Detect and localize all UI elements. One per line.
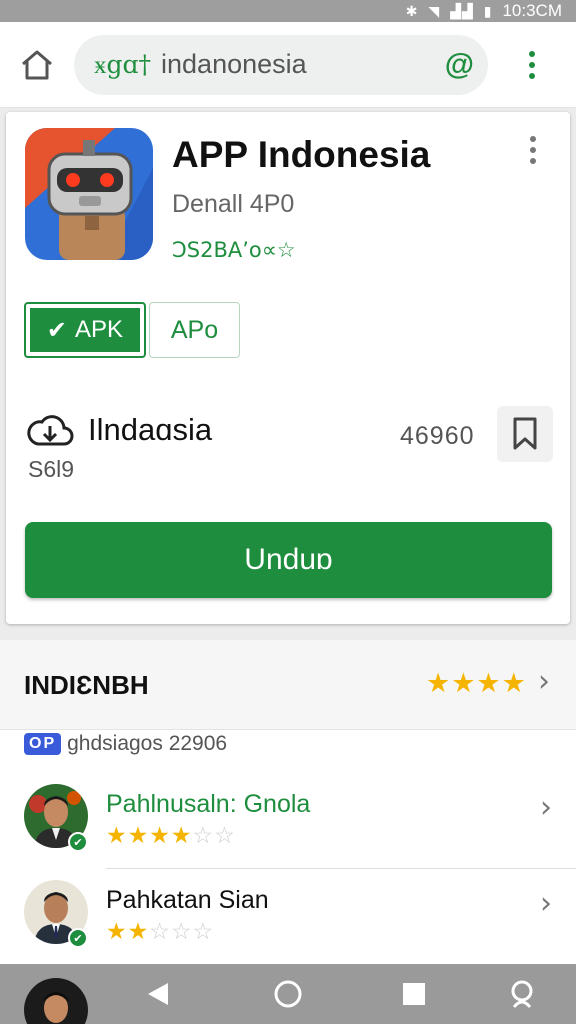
verified-icon: ✔ bbox=[68, 832, 88, 852]
back-icon bbox=[148, 983, 168, 1005]
system-nav-bar bbox=[0, 964, 576, 1024]
review-stars: ★★☆☆☆ bbox=[106, 918, 214, 945]
home-icon bbox=[22, 50, 52, 79]
review-stars: ★★★★☆☆ bbox=[106, 822, 236, 849]
bluetooth-icon: ✱ bbox=[405, 2, 419, 19]
download-button[interactable]: Unduɒ bbox=[25, 522, 552, 598]
profile-avatar[interactable] bbox=[24, 978, 88, 1024]
op-badge: OP bbox=[24, 733, 62, 755]
browser-toolbar: ӿgɑ† indanonesia @ bbox=[0, 22, 576, 108]
reviewer-name: Pahkatan Sian bbox=[106, 886, 269, 914]
square-recents-icon bbox=[403, 983, 425, 1005]
chevron-right-icon[interactable]: › bbox=[538, 664, 550, 699]
app-rating-text: ↃS2BA’o∝☆ bbox=[172, 238, 296, 262]
recents-button[interactable] bbox=[384, 964, 444, 1024]
more-vert-icon bbox=[529, 50, 535, 79]
signal-icon: ▟▟ bbox=[450, 2, 474, 19]
status-bar: ✱ ◥ ▟▟ ▮ 10:3CM bbox=[0, 0, 576, 22]
verified-icon: ✔ bbox=[68, 928, 88, 948]
reviews-section: INDIƐNBH ★★★★ › OP ɡhdsiagos 22906 ✔ Pah… bbox=[0, 640, 576, 964]
review-item[interactable]: ✔ Pahlnusaln: Gnola ★★★★☆☆ › bbox=[0, 784, 576, 876]
download-label: Ilndaɑsia bbox=[88, 412, 213, 447]
app-subtitle: Denall 4P0 bbox=[172, 190, 295, 218]
apo-badge[interactable]: APo bbox=[149, 302, 240, 358]
op-text: ɡhdsiagos 22906 bbox=[67, 732, 228, 755]
browser-menu-button[interactable] bbox=[488, 22, 576, 108]
chevron-right-icon[interactable]: › bbox=[540, 790, 552, 825]
app-card: APP Indonesia Denall 4P0 ↃS2BA’o∝☆ ✔ APK… bbox=[6, 112, 570, 624]
review-item[interactable]: ✔ Pahkatan Sian ★★☆☆☆ › bbox=[0, 880, 576, 972]
circle-home-icon bbox=[274, 980, 302, 1008]
status-time: 10:3CM bbox=[502, 1, 562, 20]
search-icon bbox=[511, 980, 533, 1008]
bookmark-button[interactable] bbox=[497, 406, 553, 462]
home-button[interactable] bbox=[0, 22, 74, 108]
stars-empty: ☆☆ bbox=[192, 822, 236, 848]
download-count: 46960 bbox=[400, 422, 475, 450]
bookmark-icon bbox=[513, 417, 537, 450]
stars-empty: ☆☆☆ bbox=[149, 918, 215, 944]
op-row: OP ɡhdsiagos 22906 bbox=[24, 732, 227, 756]
header-stars: ★★★★ bbox=[426, 668, 527, 698]
cloud-icon bbox=[27, 415, 74, 446]
apk-label: APK bbox=[75, 316, 124, 343]
stars-filled: ★★ bbox=[106, 918, 150, 944]
back-button[interactable] bbox=[128, 964, 188, 1024]
apo-label: APo bbox=[170, 315, 219, 344]
battery-icon: ▮ bbox=[483, 2, 493, 19]
wifi-icon: ◥ bbox=[428, 2, 441, 19]
stars-filled: ★★★★ bbox=[106, 822, 193, 848]
chevron-right-icon[interactable]: › bbox=[540, 886, 552, 921]
at-icon[interactable]: @ bbox=[445, 48, 474, 82]
reviewer-name: Pahlnusaln: Gnola bbox=[106, 790, 311, 818]
reviews-header[interactable]: INDIƐNBH ★★★★ › bbox=[0, 640, 576, 730]
app-title: APP Indonesia bbox=[172, 134, 431, 175]
apk-badge[interactable]: ✔ APK bbox=[24, 302, 146, 358]
divider bbox=[106, 868, 576, 869]
home-nav-button[interactable] bbox=[258, 964, 318, 1024]
url-text: indanonesia bbox=[161, 49, 307, 79]
download-size: S6l9 bbox=[28, 456, 75, 482]
check-icon: ✔ bbox=[46, 316, 68, 344]
url-prefix: ӿgɑ† bbox=[94, 49, 152, 79]
app-icon[interactable] bbox=[25, 128, 153, 260]
app-more-vert-icon[interactable] bbox=[530, 136, 536, 164]
search-button[interactable] bbox=[494, 964, 554, 1024]
reviews-title: INDIƐNBH bbox=[24, 670, 149, 700]
url-bar[interactable]: ӿgɑ† indanonesia @ bbox=[74, 34, 488, 95]
